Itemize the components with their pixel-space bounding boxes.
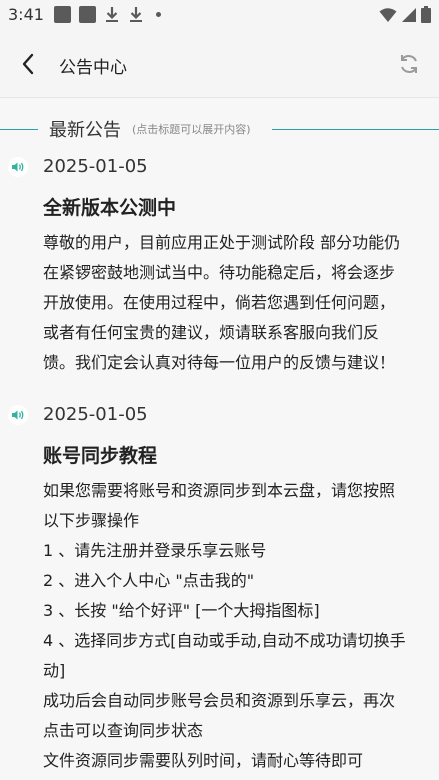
notice-body-line: 尊敬的用户，目前应用正处于测试阶段 部分功能仍: [43, 233, 401, 252]
notification-square-icon: [54, 6, 71, 23]
dot-icon: [156, 12, 161, 17]
back-arrow-icon: [22, 53, 34, 75]
notice-date: 2025-01-05: [43, 156, 148, 177]
notice-body-line: 或者有任何宝贵的建议，烦请联系客服向我们反: [43, 323, 380, 342]
notice-body-line: 动]: [43, 661, 66, 680]
speaker-icon: [8, 157, 28, 177]
speaker-icon: [8, 405, 28, 425]
notification-square-icon: [79, 6, 96, 23]
notice-body-line: 文件资源同步需要队列时间，请耐心等待即可: [43, 751, 364, 770]
notice-list: 最新公告 (点击标题可以展开内容) 2025-01-05 全新版本公测中 尊敬的…: [0, 98, 439, 780]
refresh-button[interactable]: [395, 50, 423, 78]
notice-body-line: 开放使用。在使用过程中，倘若您遇到任何问题，: [43, 293, 396, 312]
wifi-icon: [379, 7, 397, 22]
notice-body-line: 3 、长按 "给个好评" [一个大拇指图标]: [43, 601, 320, 620]
notice-body-line: 如果您需要将账号和资源同步到本云盘，请您按照: [43, 481, 396, 500]
notice-body: 如果您需要将账号和资源同步到本云盘，请您按照 以下步骤操作 1 、请先注册并登录…: [43, 476, 427, 776]
notice-body-line: 2 、进入个人中心 "点击我的": [43, 571, 255, 590]
signal-icon: [402, 7, 416, 22]
notice-title[interactable]: 账号同步教程: [43, 441, 157, 468]
refresh-icon: [401, 55, 417, 73]
download-icon: [130, 7, 142, 22]
notice-body-line: 在紧锣密鼓地测试当中。待功能稳定后，将会逐步: [43, 263, 396, 282]
section-hint: (点击标题可以展开内容): [132, 123, 251, 136]
section-title: 最新公告: [49, 120, 121, 141]
status-bar: 3:41: [0, 0, 439, 30]
divider-line: [0, 129, 38, 130]
notice-body-line: 以下步骤操作: [43, 511, 140, 530]
notice-date: 2025-01-05: [43, 404, 148, 425]
page-title: 公告中心: [59, 58, 127, 78]
divider-line: [272, 129, 439, 130]
app-bar: 公告中心: [0, 30, 439, 98]
battery-icon: [421, 6, 431, 23]
status-time: 3:41: [8, 5, 44, 24]
notice-body-line: 1 、请先注册并登录乐享云账号: [43, 541, 267, 560]
notice-body-line: 成功后会自动同步账号会员和资源到乐享云，再次: [43, 691, 396, 710]
notice-item: 2025-01-05 全新版本公测中 尊敬的用户，目前应用正处于测试阶段 部分功…: [0, 156, 439, 386]
status-system-icons: [379, 6, 431, 23]
notice-body-line: 馈。我们定会认真对待每一位用户的反馈与建议！: [43, 353, 396, 372]
notice-body-line: 4 、选择同步方式[自动或手动,自动不成功请切换手: [43, 631, 406, 650]
status-notification-icons: [54, 6, 161, 23]
back-button[interactable]: [14, 50, 42, 78]
notice-body: 尊敬的用户，目前应用正处于测试阶段 部分功能仍 在紧锣密鼓地测试当中。待功能稳定…: [43, 228, 427, 378]
notice-body-line: 点击可以查询同步状态: [43, 721, 204, 740]
notice-title[interactable]: 全新版本公测中: [43, 193, 176, 220]
notice-item: 2025-01-05 账号同步教程 如果您需要将账号和资源同步到本云盘，请您按照…: [0, 404, 439, 780]
download-icon: [106, 7, 118, 22]
section-header: 最新公告 (点击标题可以展开内容): [0, 116, 439, 142]
